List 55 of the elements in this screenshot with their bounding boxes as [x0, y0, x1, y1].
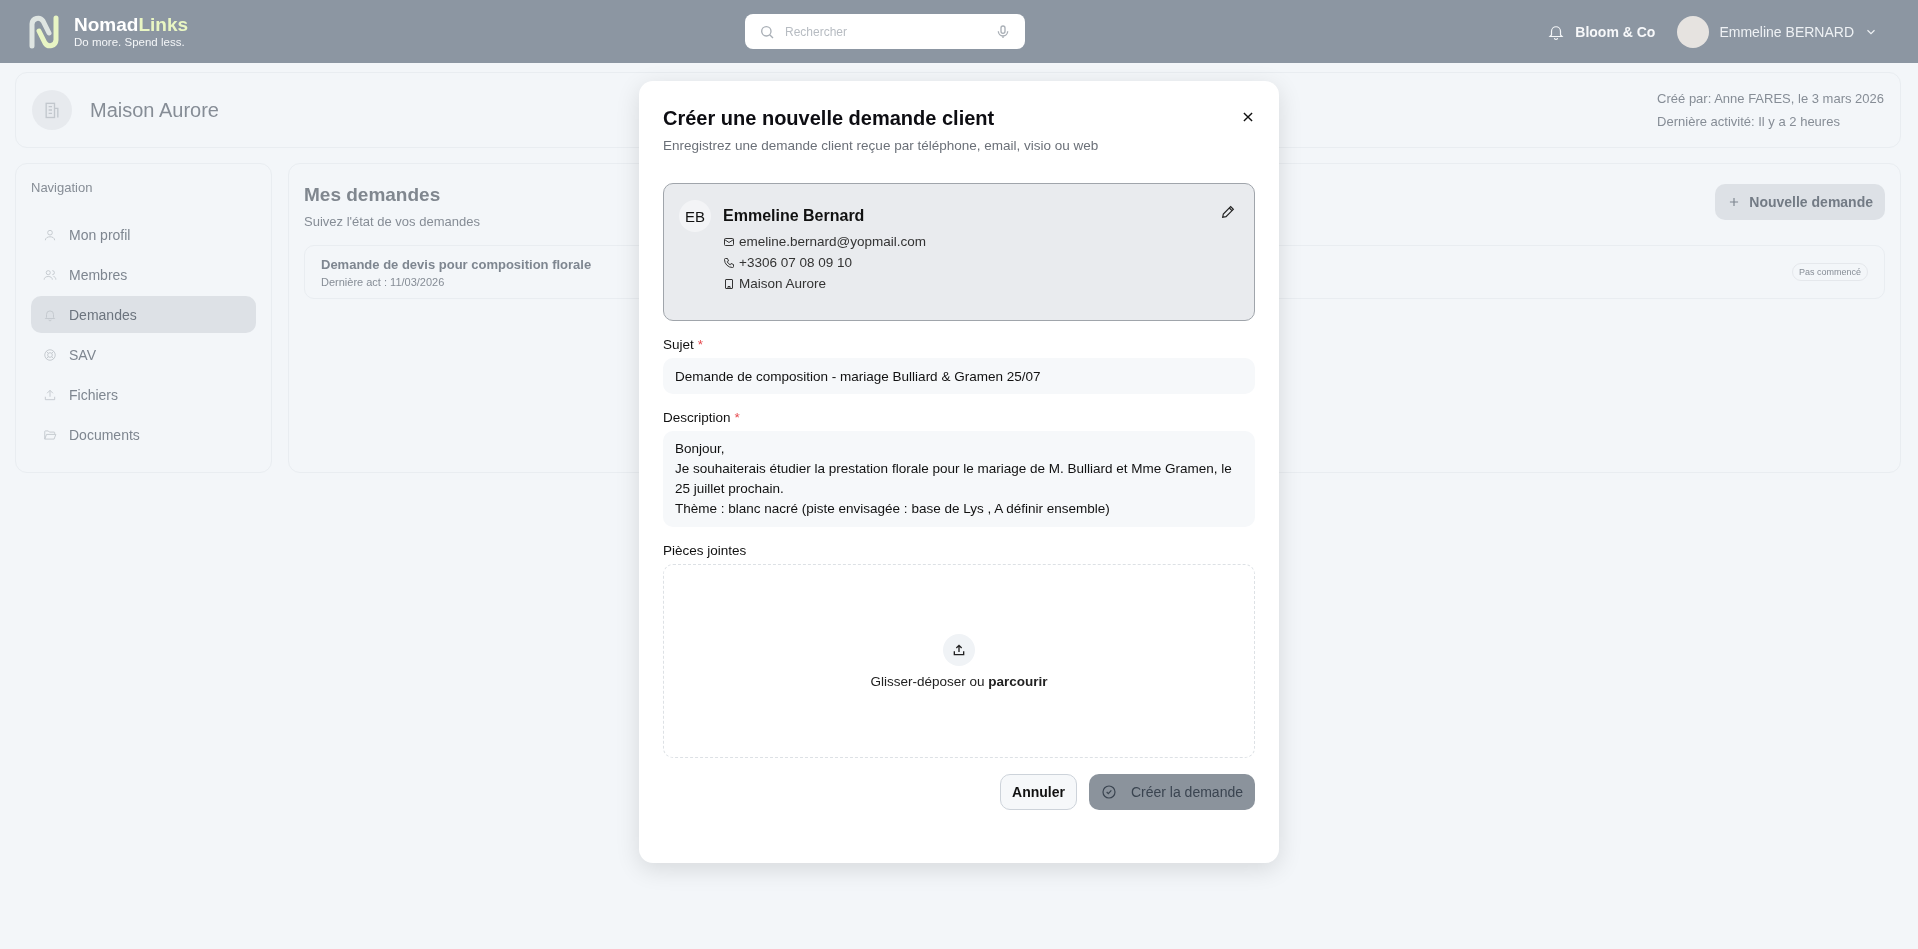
- request-date: Dernière act : 11/03/2026: [321, 275, 446, 288]
- dialog-title: Créer une nouvelle demande client: [663, 107, 996, 130]
- client-email: emeline.bernard@yopmail.com: [739, 234, 927, 249]
- client-company: Maison Aurore: [739, 276, 827, 291]
- client-initials: EB: [679, 200, 711, 232]
- description-field[interactable]: Bonjour, Je souhaiterais étudier la prestation florale pour le mariage de M. Bulliard et Mme Gramen, le 25 juillet prochain. Thème : blanc nacré (piste envisagée : base de Lys , A définir ensemble): [663, 431, 1255, 527]
- pencil-icon[interactable]: [1220, 204, 1236, 220]
- upload-icon: [43, 387, 57, 402]
- panel-subtitle: Suivez l'état de vos demandes: [304, 214, 480, 229]
- cancel-button[interactable]: Annuler: [1000, 774, 1077, 810]
- lifebuoy-icon: [43, 347, 57, 362]
- search-input[interactable]: Rechercher: [783, 23, 987, 40]
- created-info: Créé par: Anne FARES, le 3 mars 2026: [1657, 91, 1884, 106]
- field-label: Description: [663, 410, 731, 425]
- phone-icon: [723, 256, 735, 269]
- panel-title: Mes demandes: [304, 184, 442, 206]
- brand-name: NomadLinks: [74, 15, 189, 34]
- required-mark: *: [697, 337, 704, 352]
- close-icon[interactable]: [1241, 110, 1255, 124]
- sidebar-item[interactable]: Documents: [31, 416, 256, 453]
- organization-name[interactable]: Bloom & Co: [1575, 23, 1656, 40]
- company-title: Maison Aurore: [90, 98, 219, 122]
- brand-tagline: Do more. Spend less.: [74, 36, 186, 48]
- check-circle-icon: [1100, 784, 1117, 800]
- user-name[interactable]: Emmeline BERNARD: [1719, 23, 1854, 40]
- field-label: Pièces jointes: [663, 543, 747, 558]
- client-name: Emmeline Bernard: [723, 206, 865, 226]
- sidebar-item[interactable]: SAV: [31, 336, 256, 373]
- sidebar-item[interactable]: Mon profil: [31, 216, 256, 253]
- folder-icon: [43, 427, 57, 442]
- subject-field[interactable]: Demande de composition - mariage Bulliard & Gramen 25/07: [663, 358, 1255, 394]
- sidebar-item[interactable]: Demandes: [31, 296, 256, 333]
- sidebar-heading: Navigation: [31, 180, 94, 195]
- microphone-icon[interactable]: [995, 23, 1011, 40]
- sidebar-item[interactable]: Membres: [31, 256, 256, 293]
- new-request-button[interactable]: Nouvelle demande: [1715, 184, 1885, 220]
- sidebar-item[interactable]: Fichiers: [31, 376, 256, 413]
- bell-icon: [43, 307, 57, 322]
- search-field[interactable]: Rechercher: [745, 14, 1025, 49]
- people-icon: [43, 267, 57, 282]
- file-drop-zone[interactable]: Glisser-déposer ou parcourir: [663, 564, 1255, 758]
- last-activity-info: Dernière activité: Il y a 2 heures: [1657, 114, 1841, 129]
- request-title: Demande de devis pour composition florale: [321, 256, 592, 272]
- required-mark: *: [734, 410, 740, 425]
- upload-icon: [943, 633, 975, 666]
- dialog-subtitle: Enregistrez une demande client reçue par téléphone, email, visio ou web: [663, 138, 1099, 153]
- client-phone: +3306 07 08 09 10: [739, 255, 852, 270]
- building-icon: [32, 90, 72, 130]
- search-icon: [759, 23, 775, 40]
- drop-instructions: Glisser-déposer ou parcourir: [870, 673, 1048, 689]
- building-icon: [723, 277, 735, 290]
- avatar-placeholder[interactable]: [1677, 15, 1710, 48]
- person-icon: [43, 227, 57, 242]
- field-label: Sujet: [663, 337, 694, 352]
- envelope-icon: [723, 235, 735, 248]
